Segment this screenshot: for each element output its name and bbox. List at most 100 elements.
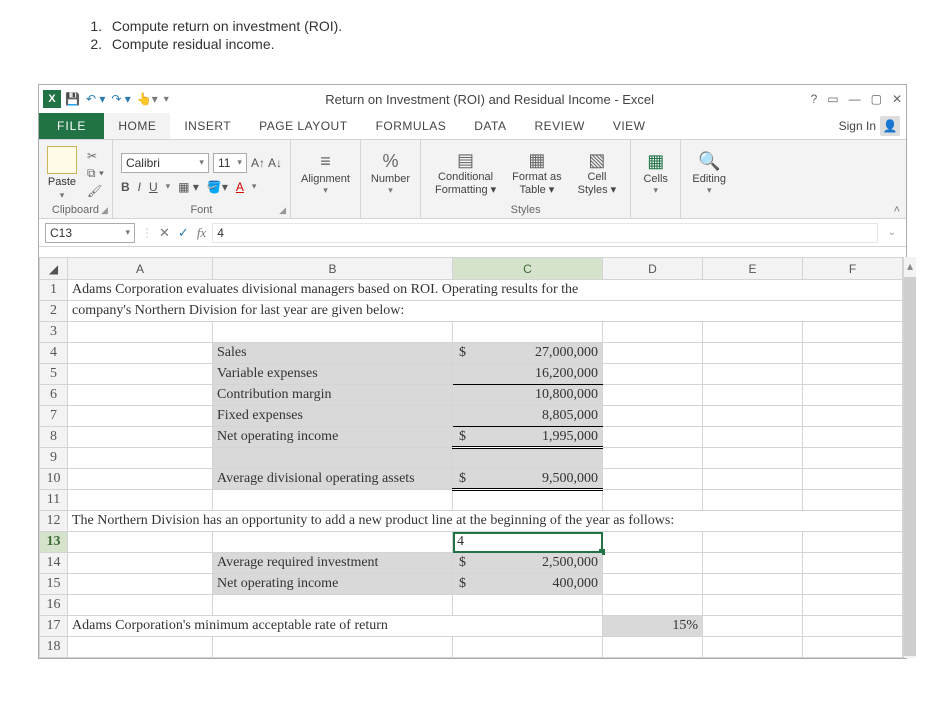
cell-styles-button[interactable]: ▧ CellStyles ▾ bbox=[572, 149, 623, 196]
font-launcher-icon[interactable]: ◢ bbox=[279, 205, 286, 216]
cell[interactable]: Contribution margin bbox=[213, 385, 453, 406]
tab-insert[interactable]: INSERT bbox=[170, 113, 245, 139]
cell[interactable]: Fixed expenses bbox=[213, 406, 453, 427]
shrink-font-icon[interactable]: A↓ bbox=[268, 156, 282, 170]
cell[interactable]: Adams Corporation's minimum acceptable r… bbox=[68, 616, 603, 637]
border-icon[interactable]: ▦ ▾ bbox=[178, 180, 199, 194]
cell[interactable]: 10,800,000 bbox=[453, 385, 603, 406]
redo-icon[interactable]: ↷ ▾ bbox=[111, 92, 130, 106]
cell[interactable]: 400,000 bbox=[453, 574, 603, 595]
cell[interactable]: 27,000,000 bbox=[453, 343, 603, 364]
enter-icon[interactable]: ✓ bbox=[178, 225, 189, 241]
row-header[interactable]: 5 bbox=[40, 364, 68, 385]
close-icon[interactable]: ✕ bbox=[892, 92, 902, 106]
row-header[interactable]: 10 bbox=[40, 469, 68, 490]
active-cell[interactable]: 4 bbox=[453, 532, 603, 553]
row-header[interactable]: 12 bbox=[40, 511, 68, 532]
excel-window: X 💾 ↶ ▾ ↷ ▾ 👆▾ ▾ Return on Investment (R… bbox=[38, 84, 907, 659]
row-header[interactable]: 7 bbox=[40, 406, 68, 427]
scroll-up-icon[interactable]: ▴ bbox=[907, 259, 913, 273]
row-header[interactable]: 17 bbox=[40, 616, 68, 637]
expand-formula-bar-icon[interactable]: ⌄ bbox=[884, 227, 900, 238]
format-painter-icon[interactable]: 🖌 bbox=[87, 184, 104, 198]
cut-icon[interactable]: ✂ bbox=[87, 149, 104, 163]
tab-data[interactable]: DATA bbox=[460, 113, 520, 139]
collapse-ribbon-icon[interactable]: ˄ bbox=[894, 204, 900, 216]
cell[interactable]: Average required investment bbox=[213, 553, 453, 574]
number-button[interactable]: % Number ▾ bbox=[365, 151, 416, 196]
col-header-B[interactable]: B bbox=[213, 258, 453, 280]
conditional-formatting-button[interactable]: ▤ ConditionalFormatting ▾ bbox=[429, 149, 502, 196]
cell[interactable]: 8,805,000 bbox=[453, 406, 603, 427]
ribbon-display-icon[interactable]: ▭ bbox=[827, 92, 838, 106]
fx-icon[interactable]: fx bbox=[197, 225, 206, 241]
paste-button[interactable]: Paste ▾ bbox=[47, 146, 77, 201]
formula-input[interactable]: 4 bbox=[212, 223, 877, 243]
col-header-C[interactable]: C bbox=[453, 258, 603, 280]
row-header[interactable]: 3 bbox=[40, 322, 68, 343]
cell[interactable]: 9,500,000 bbox=[453, 469, 603, 490]
cell[interactable]: 16,200,000 bbox=[453, 364, 603, 385]
row-header[interactable]: 16 bbox=[40, 595, 68, 616]
font-name-select[interactable]: Calibri▾ bbox=[121, 153, 209, 173]
row-header[interactable]: 11 bbox=[40, 490, 68, 511]
select-all-corner[interactable]: ◢ bbox=[40, 258, 68, 280]
font-size-select[interactable]: 11▾ bbox=[213, 153, 247, 173]
row-header[interactable]: 4 bbox=[40, 343, 68, 364]
col-header-A[interactable]: A bbox=[68, 258, 213, 280]
tab-file[interactable]: FILE bbox=[39, 113, 104, 139]
alignment-button[interactable]: ≡ Alignment ▾ bbox=[295, 151, 356, 196]
name-box[interactable]: C13▾ bbox=[45, 223, 135, 243]
italic-button[interactable]: I bbox=[138, 180, 141, 194]
row-header[interactable]: 8 bbox=[40, 427, 68, 448]
row-header[interactable]: 14 bbox=[40, 553, 68, 574]
cell[interactable]: Average divisional operating assets bbox=[213, 469, 453, 490]
touch-mode-icon[interactable]: 👆▾ bbox=[137, 92, 158, 106]
copy-icon[interactable]: ⧉ ▾ bbox=[87, 166, 104, 181]
row-header[interactable]: 6 bbox=[40, 385, 68, 406]
sign-in[interactable]: Sign In 👤 bbox=[833, 113, 906, 139]
cell[interactable]: 2,500,000 bbox=[453, 553, 603, 574]
fill-color-icon[interactable]: 🪣▾ bbox=[207, 180, 228, 194]
cell[interactable]: company's Northern Division for last yea… bbox=[68, 301, 903, 322]
grow-font-icon[interactable]: A↑ bbox=[251, 156, 265, 170]
tab-view[interactable]: VIEW bbox=[599, 113, 660, 139]
row-header[interactable]: 15 bbox=[40, 574, 68, 595]
undo-icon[interactable]: ↶ ▾ bbox=[86, 92, 105, 106]
save-icon[interactable]: 💾 bbox=[65, 92, 80, 106]
spreadsheet-grid[interactable]: ◢ A B C D E F 1Adams Corporation evaluat… bbox=[39, 257, 903, 658]
row-header[interactable]: 18 bbox=[40, 637, 68, 658]
col-header-E[interactable]: E bbox=[703, 258, 803, 280]
cell[interactable]: Net operating income bbox=[213, 427, 453, 448]
underline-button[interactable]: U bbox=[149, 180, 158, 194]
vertical-scrollbar[interactable]: ▴ bbox=[903, 257, 916, 658]
cell[interactable]: The Northern Division has an opportunity… bbox=[68, 511, 903, 532]
row-header[interactable]: 2 bbox=[40, 301, 68, 322]
clipboard-launcher-icon[interactable]: ◢ bbox=[101, 205, 108, 216]
row-header[interactable]: 13 bbox=[40, 532, 68, 553]
tab-page-layout[interactable]: PAGE LAYOUT bbox=[245, 113, 361, 139]
col-header-D[interactable]: D bbox=[603, 258, 703, 280]
minimize-icon[interactable]: — bbox=[849, 92, 861, 106]
font-color-icon[interactable]: A bbox=[236, 180, 244, 194]
help-icon[interactable]: ? bbox=[811, 92, 818, 106]
editing-button[interactable]: 🔍 Editing ▾ bbox=[686, 151, 732, 196]
cell[interactable]: 1,995,000 bbox=[453, 427, 603, 448]
cell[interactable]: 15% bbox=[603, 616, 703, 637]
tab-formulas[interactable]: FORMULAS bbox=[362, 113, 461, 139]
cell[interactable]: Variable expenses bbox=[213, 364, 453, 385]
tab-review[interactable]: REVIEW bbox=[520, 113, 598, 139]
cell[interactable]: Sales bbox=[213, 343, 453, 364]
tab-home[interactable]: HOME bbox=[104, 113, 170, 139]
row-header[interactable]: 1 bbox=[40, 280, 68, 301]
cells-button[interactable]: ▦ Cells ▾ bbox=[637, 151, 673, 196]
scrollbar-thumb[interactable] bbox=[904, 277, 916, 656]
col-header-F[interactable]: F bbox=[803, 258, 903, 280]
row-header[interactable]: 9 bbox=[40, 448, 68, 469]
cancel-icon[interactable]: ✕ bbox=[159, 225, 170, 241]
cell[interactable]: Net operating income bbox=[213, 574, 453, 595]
format-as-table-button[interactable]: ▦ Format asTable ▾ bbox=[506, 149, 568, 196]
bold-button[interactable]: B bbox=[121, 180, 130, 194]
restore-icon[interactable]: ▢ bbox=[871, 92, 882, 106]
cell[interactable]: Adams Corporation evaluates divisional m… bbox=[68, 280, 903, 301]
